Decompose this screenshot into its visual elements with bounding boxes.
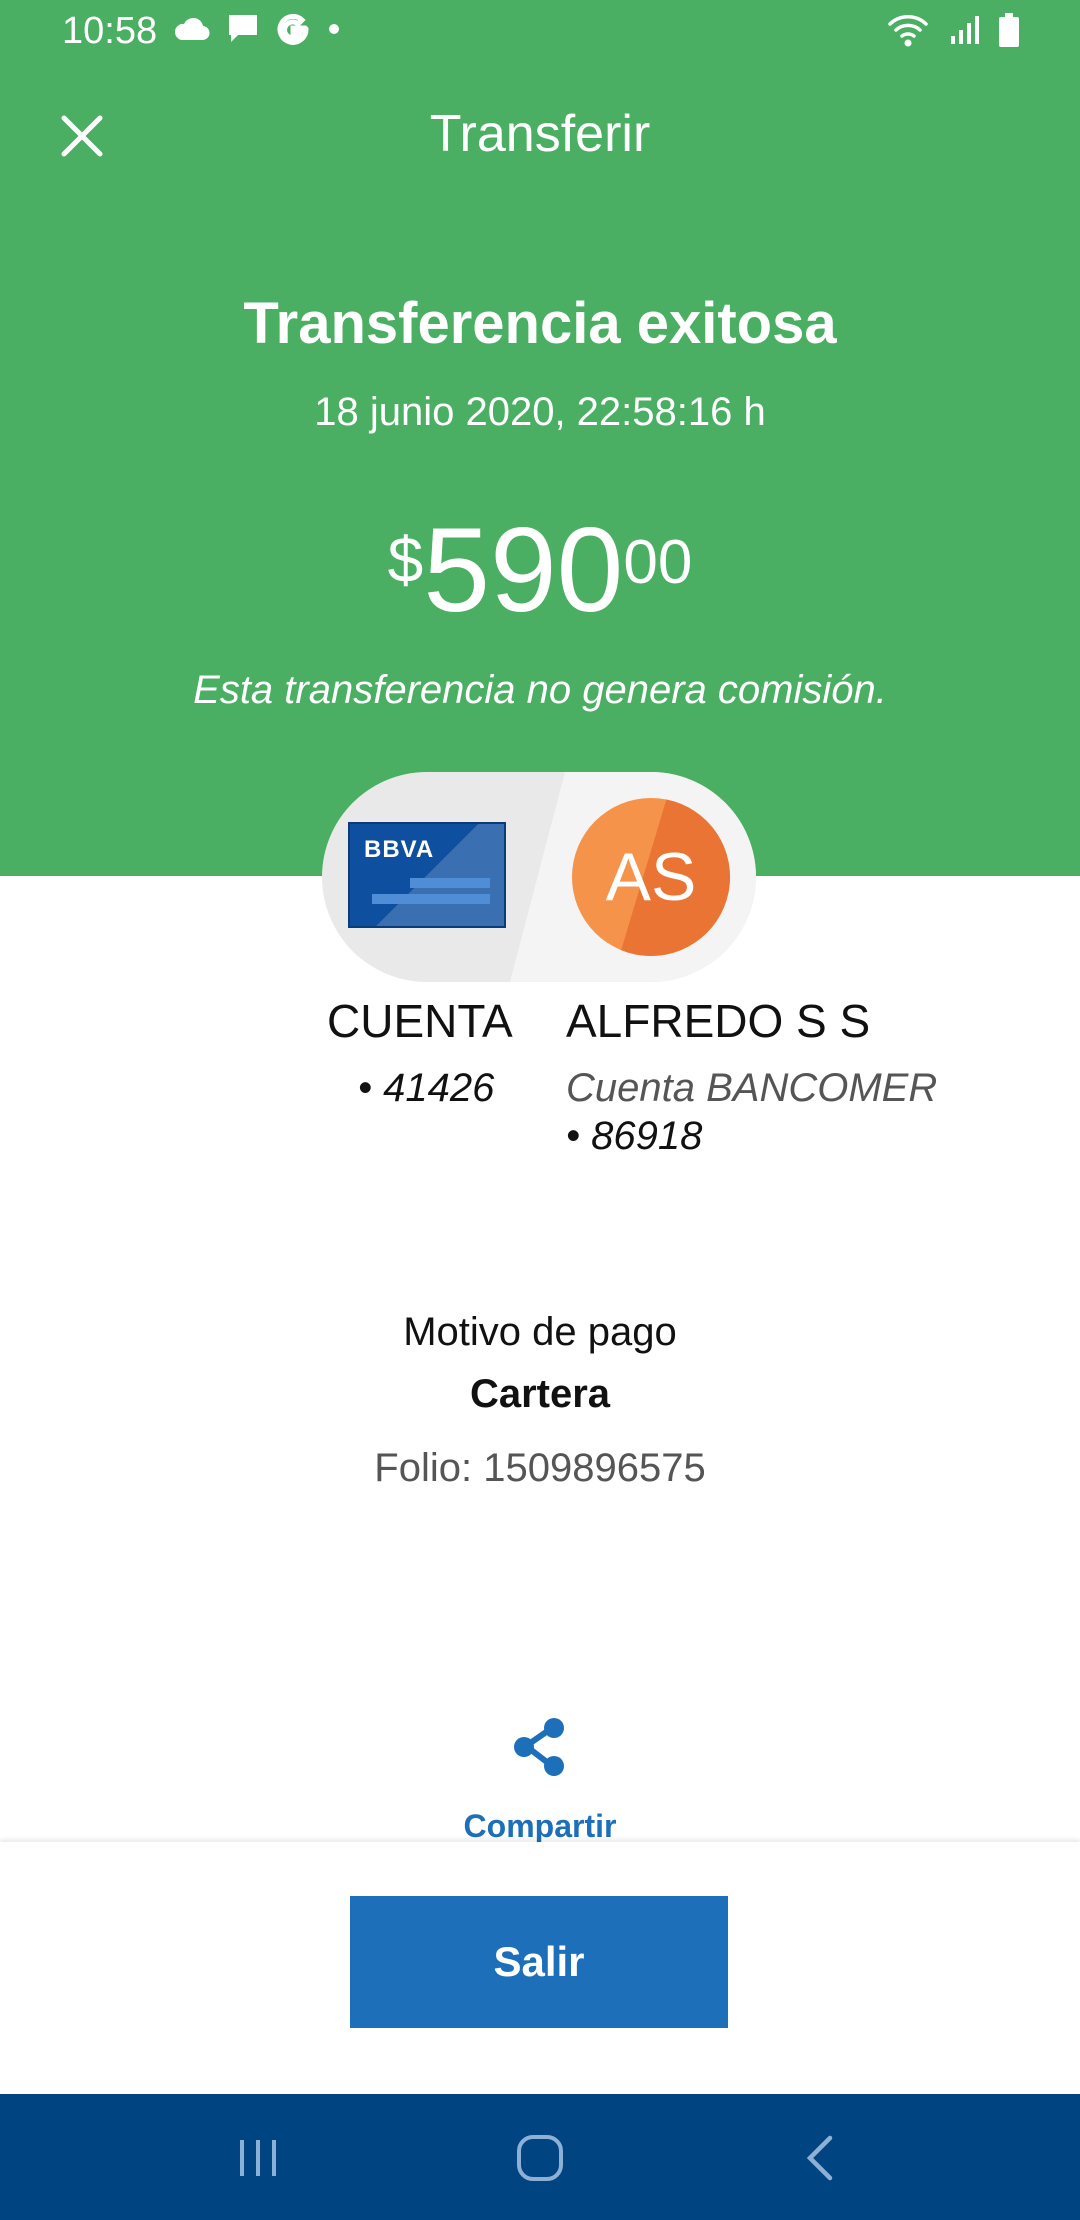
message-icon <box>229 15 257 42</box>
payment-reason-value: Cartera <box>469 1372 611 1416</box>
status-bar: 10:58 <box>0 0 1080 64</box>
destination-avatar: AS <box>572 798 730 956</box>
amount-integer: 590 <box>423 503 624 637</box>
amount-decimals: 00 <box>623 528 693 597</box>
share-button[interactable]: Compartir <box>430 1712 650 1852</box>
signal-icon <box>951 16 979 44</box>
recent-apps-icon[interactable] <box>228 2128 288 2188</box>
battery-icon <box>999 13 1019 47</box>
destination-bank: Cuenta BANCOMER <box>566 1066 938 1110</box>
back-icon[interactable] <box>792 2128 852 2188</box>
fee-note: Esta transferencia no genera comisión. <box>193 668 887 712</box>
share-icon <box>514 1718 564 1776</box>
folio-number: Folio: 1509896575 <box>374 1446 706 1490</box>
avatar-initials: AS <box>605 839 697 915</box>
card-brand: BBVA <box>364 836 435 863</box>
amount-currency: $ <box>387 524 424 596</box>
exit-button[interactable]: Salir <box>350 1896 728 2028</box>
origin-account-number: • 41426 <box>358 1066 495 1110</box>
google-icon <box>277 13 309 45</box>
transfer-datetime: 18 junio 2020, 22:58:16 h <box>314 390 766 434</box>
origin-card-icon: BBVA <box>348 822 506 928</box>
cloud-icon <box>174 17 210 41</box>
home-icon[interactable] <box>510 2128 570 2188</box>
success-title: Transferencia exitosa <box>243 291 837 356</box>
status-time: 10:58 <box>62 10 158 52</box>
payment-reason-label: Motivo de pago <box>403 1310 677 1354</box>
navigation-bar <box>0 2094 1080 2220</box>
wifi-icon <box>888 15 928 47</box>
system-status-icons <box>886 12 1020 48</box>
origin-account-name: CUENTA <box>327 995 513 1047</box>
share-label: Compartir <box>463 1808 617 1844</box>
destination-account-number: • 86918 <box>566 1114 703 1158</box>
dot-icon <box>329 24 339 34</box>
transfer-amount: $59000 <box>0 510 1080 630</box>
page-title: Transferir <box>429 105 651 163</box>
destination-name: ALFREDO S S <box>566 995 871 1047</box>
notification-icons <box>174 12 342 46</box>
